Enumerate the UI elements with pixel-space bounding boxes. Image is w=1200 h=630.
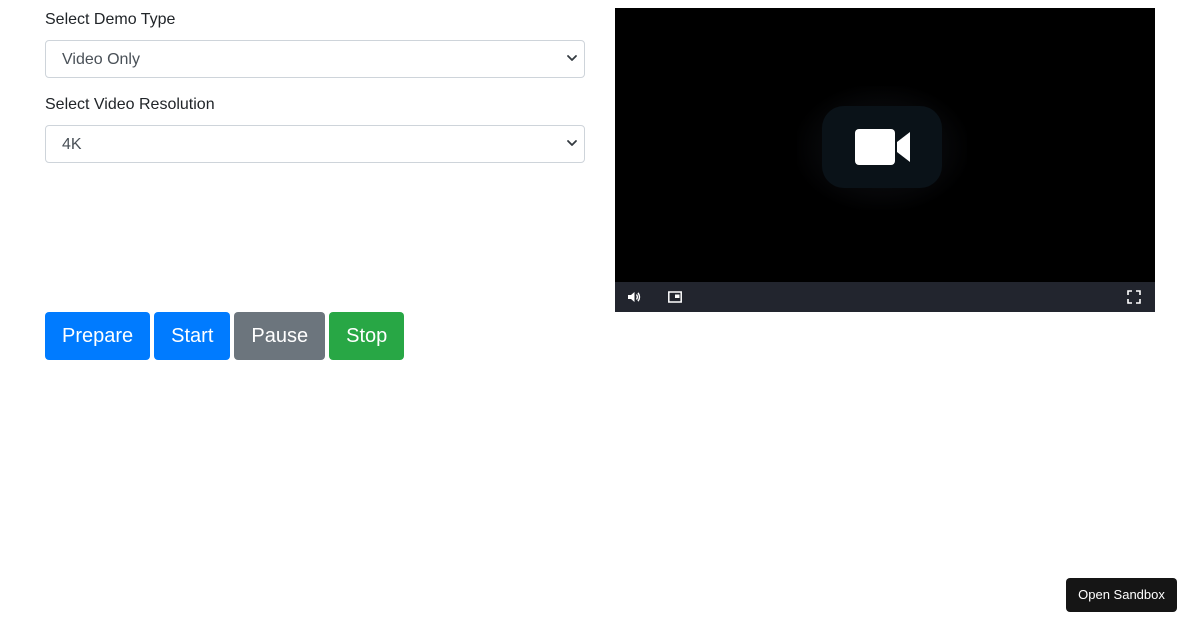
chevron-down-icon: [567, 55, 577, 61]
volume-icon[interactable]: [627, 290, 641, 304]
resolution-label: Select Video Resolution: [45, 96, 215, 113]
resolution-select[interactable]: 4K: [45, 125, 585, 163]
page: Select Demo Type Video Only Select Video…: [0, 0, 1200, 630]
resolution-value: 4K: [62, 136, 82, 153]
demo-type-value: Video Only: [62, 51, 140, 68]
demo-type-label: Select Demo Type: [45, 11, 176, 28]
prepare-button[interactable]: Prepare: [45, 312, 151, 360]
chevron-down-icon: [567, 140, 577, 146]
video-player[interactable]: [615, 8, 1155, 312]
action-buttons: Prepare Start Pause Stop: [45, 312, 405, 360]
picture-in-picture-icon[interactable]: [668, 290, 682, 304]
stop-button[interactable]: Stop: [329, 312, 405, 360]
video-controls: [615, 282, 1155, 312]
open-sandbox-button[interactable]: Open Sandbox: [1066, 578, 1177, 612]
demo-type-select[interactable]: Video Only: [45, 40, 585, 78]
start-button[interactable]: Start: [154, 312, 231, 360]
video-camera-icon: [855, 129, 910, 165]
video-placeholder: [822, 106, 942, 188]
settings-form: Select Demo Type Video Only Select Video…: [45, 0, 585, 163]
pause-button[interactable]: Pause: [234, 312, 326, 360]
fullscreen-icon[interactable]: [1127, 290, 1141, 304]
